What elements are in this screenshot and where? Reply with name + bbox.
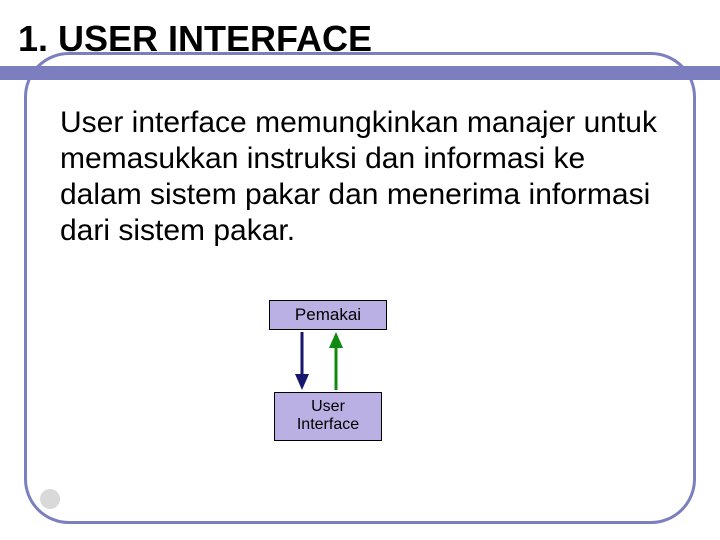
title-bar: 1. USER INTERFACE <box>0 18 720 78</box>
bullet-decoration <box>40 489 60 509</box>
arrow-down-icon <box>294 332 310 390</box>
user-interface-diagram: Pemakai User Interface <box>258 300 398 441</box>
diagram-box-pemakai: Pemakai <box>269 300 387 330</box>
slide-title: 1. USER INTERFACE <box>18 18 372 60</box>
slide-body-text: User interface memungkinkan manajer untu… <box>60 105 660 249</box>
diagram-box-ui-line2: Interface <box>297 416 359 433</box>
diagram-arrows <box>258 330 398 392</box>
arrow-up-icon <box>328 332 344 390</box>
diagram-box-ui-line1: User <box>311 398 345 415</box>
title-underline <box>0 66 720 80</box>
diagram-box-user-interface: User Interface <box>274 392 382 441</box>
